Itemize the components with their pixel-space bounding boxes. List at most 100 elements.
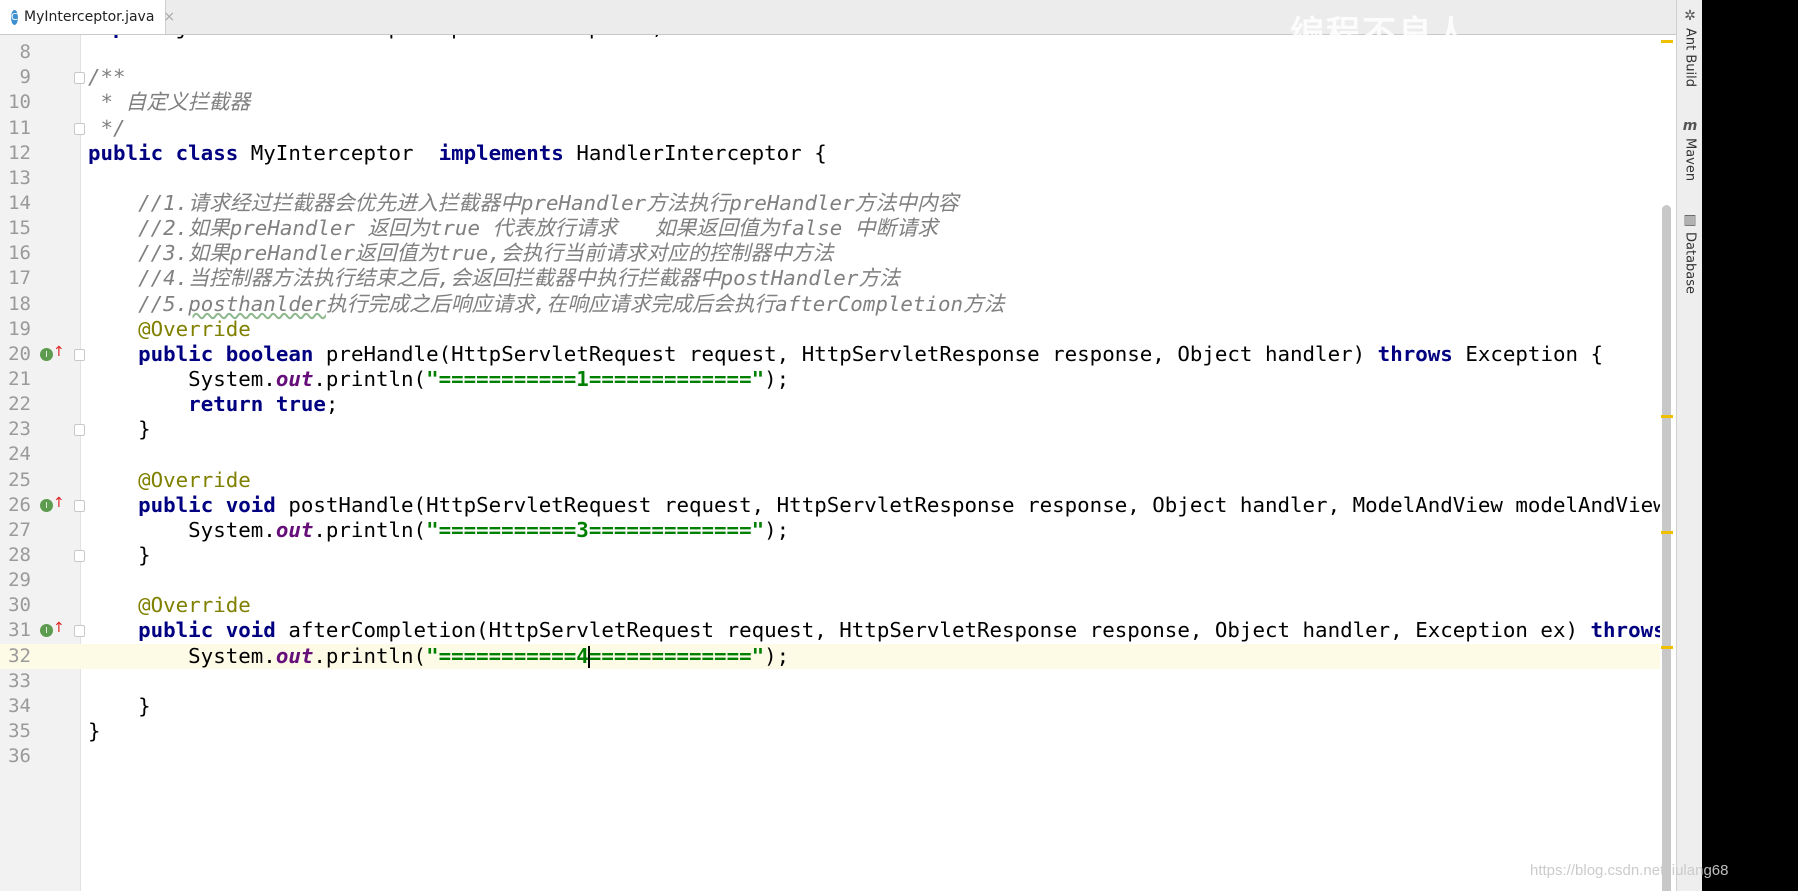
code-text: System.out.println("===========4========… [88, 644, 789, 669]
code-line[interactable]: 23 } [0, 417, 1660, 442]
sidebar-item-database[interactable]: ▥ Database [1679, 212, 1701, 294]
code-line[interactable]: 26 I ↑ public void postHandle(HttpServletR… [0, 493, 1660, 518]
code-token-plain: HandlerInterceptor { [563, 140, 827, 165]
line-number: 22 [8, 393, 31, 416]
code-text: } [88, 694, 151, 719]
code-line[interactable]: 36 [0, 744, 1660, 769]
code-line[interactable]: 30 @Override [0, 593, 1660, 618]
sidebar-item-ant-build[interactable]: ✲ Ant Build [1679, 8, 1701, 87]
fold-toggle-icon[interactable] [74, 122, 85, 135]
code-token-plain: ); [764, 366, 790, 391]
code-line[interactable]: 34 } [0, 694, 1660, 719]
watermark-url: https://blog.csdn.net/liulang68 [1530, 862, 1729, 879]
fold-toggle-icon[interactable] [74, 72, 85, 85]
implements-method-icon[interactable]: I [40, 624, 53, 638]
line-number: 16 [8, 242, 31, 265]
fold-toggle-icon[interactable] [74, 625, 85, 638]
line-number: 36 [8, 745, 31, 768]
code-text: * 自定义拦截器 [88, 90, 251, 115]
code-token-kw: implements [438, 140, 564, 165]
code-line[interactable]: 20 I ↑ public boolean preHandle(HttpServle… [0, 342, 1660, 367]
code-text: //5.posthanlder执行完成之后响应请求,在响应请求完成后会执行aft… [88, 292, 1005, 317]
code-line[interactable]: 14 //1.请求经过拦截器会优先进入拦截器中preHandler方法执行pre… [0, 191, 1660, 216]
code-line[interactable]: 9 /** [0, 65, 1660, 90]
code-line[interactable]: 27 System.out.println("===========3=====… [0, 518, 1660, 543]
class-c-icon: C [11, 9, 18, 25]
fold-toggle-icon[interactable] [74, 348, 85, 361]
code-line[interactable]: 28 } [0, 543, 1660, 568]
code-token-kw: public class [88, 140, 239, 165]
code-line[interactable]: 16 //3.如果preHandler返回值为true,会执行当前请求对应的控制… [0, 241, 1660, 266]
code-line[interactable]: 32 System.out.println("===========4=====… [0, 643, 1660, 669]
vertical-scrollbar[interactable] [1660, 34, 1674, 891]
code-line[interactable]: 11 */ [0, 116, 1660, 141]
line-number: 23 [8, 418, 31, 441]
line-number: 10 [8, 91, 31, 114]
line-number: 32 [8, 644, 31, 667]
warning-marker[interactable] [1661, 531, 1673, 534]
code-line[interactable]: 31 I ↑ public void afterCompletion(HttpSer… [0, 618, 1660, 643]
code-token-plain: preHandle(HttpServletRequest request, Ht… [313, 341, 1378, 366]
code-line[interactable]: 21 System.out.println("===========1=====… [0, 367, 1660, 392]
code-token-plain: .println( [313, 366, 427, 391]
code-token-plain: } [88, 718, 101, 743]
code-token-cmt: //1.请求经过拦截器会优先进入拦截器中preHandler方法执行preHan… [138, 190, 959, 215]
code-line[interactable]: 19 @Override [0, 317, 1660, 342]
code-line[interactable]: 18 //5.posthanlder执行完成之后响应请求,在响应请求完成后会执行… [0, 292, 1660, 317]
code-line[interactable]: 12 public class MyInterceptor implements … [0, 141, 1660, 166]
right-tool-window-bar: ✲ Ant Build m Maven ▥ Database [1676, 0, 1702, 891]
code-text: return true; [88, 392, 338, 417]
implements-method-icon[interactable]: I [40, 347, 53, 361]
code-token-cmt: * 自定义拦截器 [88, 90, 251, 115]
code-text: //2.如果preHandler 返回为true 代表放行请求 如果返回值为fa… [88, 216, 938, 241]
code-token-kw: throws [1590, 618, 1660, 643]
code-line[interactable]: 17 //4.当控制器方法执行结束之后,会返回拦截器中执行拦截器中postHan… [0, 266, 1660, 291]
arrow-up-icon[interactable]: ↑ [53, 494, 65, 512]
line-number: 14 [8, 191, 31, 214]
code-line[interactable]: 22 return true; [0, 392, 1660, 417]
code-token-cmt: //4.当控制器方法执行结束之后,会返回拦截器中执行拦截器中postHandle… [138, 266, 900, 291]
implements-method-icon[interactable]: I [40, 498, 53, 512]
close-icon[interactable]: × [163, 9, 175, 25]
line-number: 12 [8, 141, 31, 164]
warning-marker[interactable] [1661, 646, 1673, 649]
code-line[interactable]: 10 * 自定义拦截器 [0, 90, 1660, 115]
line-number: 21 [8, 367, 31, 390]
line-number: 29 [8, 569, 31, 592]
line-number: 34 [8, 694, 31, 717]
arrow-up-icon[interactable]: ↑ [53, 619, 65, 637]
code-line[interactable]: 13 [0, 166, 1660, 191]
code-line[interactable]: 29 [0, 568, 1660, 593]
code-line[interactable]: 24 [0, 442, 1660, 467]
code-line[interactable]: 33 [0, 669, 1660, 694]
line-number: 15 [8, 217, 31, 240]
fold-toggle-icon[interactable] [74, 499, 85, 512]
sidebar-item-maven[interactable]: m Maven [1679, 118, 1701, 181]
warning-marker[interactable] [1661, 415, 1673, 418]
warning-marker[interactable] [1661, 40, 1673, 43]
code-token-plain: ); [764, 517, 790, 542]
line-number: 20 [8, 342, 31, 365]
code-line[interactable]: 35} [0, 719, 1660, 744]
line-number: 33 [8, 669, 31, 692]
code-token-field: out [275, 366, 314, 391]
code-token-cmt: /** [88, 65, 126, 90]
scrollbar-thumb[interactable] [1662, 205, 1671, 891]
code-text: public void afterCompletion(HttpServletR… [88, 618, 1660, 643]
code-line[interactable]: 15 //2.如果preHandler 返回为true 代表放行请求 如果返回值… [0, 216, 1660, 241]
tab-myinterceptor-java[interactable]: C MyInterceptor.java × [0, 0, 175, 34]
code-editor[interactable]: 7import javax.servlet.http.HttpServletRe… [0, 15, 1660, 891]
fold-toggle-icon[interactable] [74, 424, 85, 437]
code-text: @Override [88, 317, 251, 342]
arrow-up-icon[interactable]: ↑ [53, 343, 65, 361]
code-line[interactable]: 25 @Override [0, 468, 1660, 493]
line-number: 9 [19, 66, 31, 89]
code-token-typo: posthanlder [188, 291, 326, 316]
line-number: 28 [8, 543, 31, 566]
fold-toggle-icon[interactable] [74, 549, 85, 562]
code-token-plain: ; [325, 392, 339, 417]
